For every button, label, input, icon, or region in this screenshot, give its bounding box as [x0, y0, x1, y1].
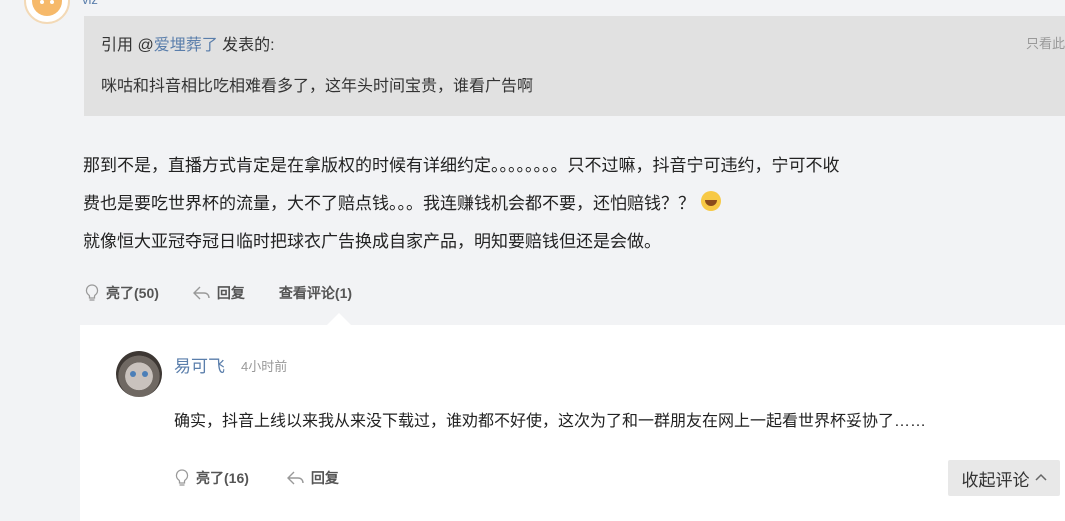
- post-actions: 亮了(50) 回复 查看评论(1): [84, 283, 386, 303]
- reply-arrow-icon: [192, 286, 210, 300]
- comment-like-button[interactable]: 亮了(16): [174, 468, 249, 488]
- quote-suffix: 发表的:: [217, 37, 275, 54]
- post-content: 那到不是，直播方式肯定是在拿版权的时候有详细约定。。。。。。。。只不过嘛，抖音宁…: [83, 147, 963, 261]
- like-label: 亮了(50): [106, 285, 159, 301]
- comment-actions: 亮了(16) 回复: [174, 468, 377, 488]
- only-view-author-link[interactable]: 只看此: [1026, 33, 1065, 52]
- comment-timestamp: 4小时前: [241, 359, 288, 374]
- collapse-comments-label: 收起评论: [961, 470, 1030, 490]
- reply-label: 回复: [216, 285, 245, 301]
- laugh-cry-emoji-icon: [701, 191, 721, 211]
- view-comments-button[interactable]: 查看评论(1): [279, 283, 352, 303]
- comment-pointer: [327, 313, 351, 325]
- quote-author-link[interactable]: 爱埋葬了: [154, 37, 218, 54]
- comment-reply-button[interactable]: 回复: [286, 468, 339, 488]
- like-button[interactable]: 亮了(50): [84, 283, 159, 303]
- comment-text: 确实，抖音上线以来我从来没下载过，谁劝都不好使，这次为了和一群朋友在网上一起看世…: [174, 413, 927, 430]
- reply-button[interactable]: 回复: [192, 283, 245, 303]
- post-line: 费也是要吃世界杯的流量，大不了赔点钱。。。我连赚钱机会都不要，还怕赔钱？？: [83, 185, 963, 223]
- quote-prefix: 引用 @: [101, 37, 154, 54]
- lightbulb-icon: [175, 469, 189, 486]
- post-line: 就像恒大亚冠夺冠日临时把球衣广告换成自家产品，明知要赔钱但还是会做。: [83, 232, 661, 251]
- quote-header: 引用 @爱埋葬了 发表的:: [101, 31, 275, 55]
- commenter-name[interactable]: 易可飞: [174, 352, 225, 377]
- reply-arrow-icon: [286, 471, 304, 485]
- lightbulb-icon: [85, 284, 99, 301]
- comment-like-label: 亮了(16): [196, 470, 249, 486]
- collapse-comments-button[interactable]: 收起评论: [948, 460, 1060, 496]
- commenter-avatar[interactable]: [116, 351, 162, 397]
- user-avatar[interactable]: [24, 0, 70, 24]
- quote-block: 引用 @爱埋葬了 发表的: 只看此 咪咕和抖音相比吃相难看多了，这年头时间宝贵，…: [84, 16, 1065, 116]
- quote-body: 咪咕和抖音相比吃相难看多了，这年头时间宝贵，谁看广告啊: [101, 78, 534, 95]
- view-comments-label: 查看评论(1): [278, 285, 353, 301]
- chevron-up-icon: [1034, 473, 1047, 481]
- post-line: 那到不是，直播方式肯定是在拿版权的时候有详细约定。。。。。。。。只不过嘛，抖音宁…: [83, 156, 840, 175]
- post-author-name[interactable]: viz: [82, 0, 98, 7]
- comment-panel: 易可飞 4小时前 确实，抖音上线以来我从来没下载过，谁劝都不好使，这次为了和一群…: [80, 325, 1065, 521]
- comment-reply-label: 回复: [310, 470, 339, 486]
- post-line-text: 费也是要吃世界杯的流量，大不了赔点钱。。。我连赚钱机会都不要，还怕赔钱？？: [83, 194, 695, 213]
